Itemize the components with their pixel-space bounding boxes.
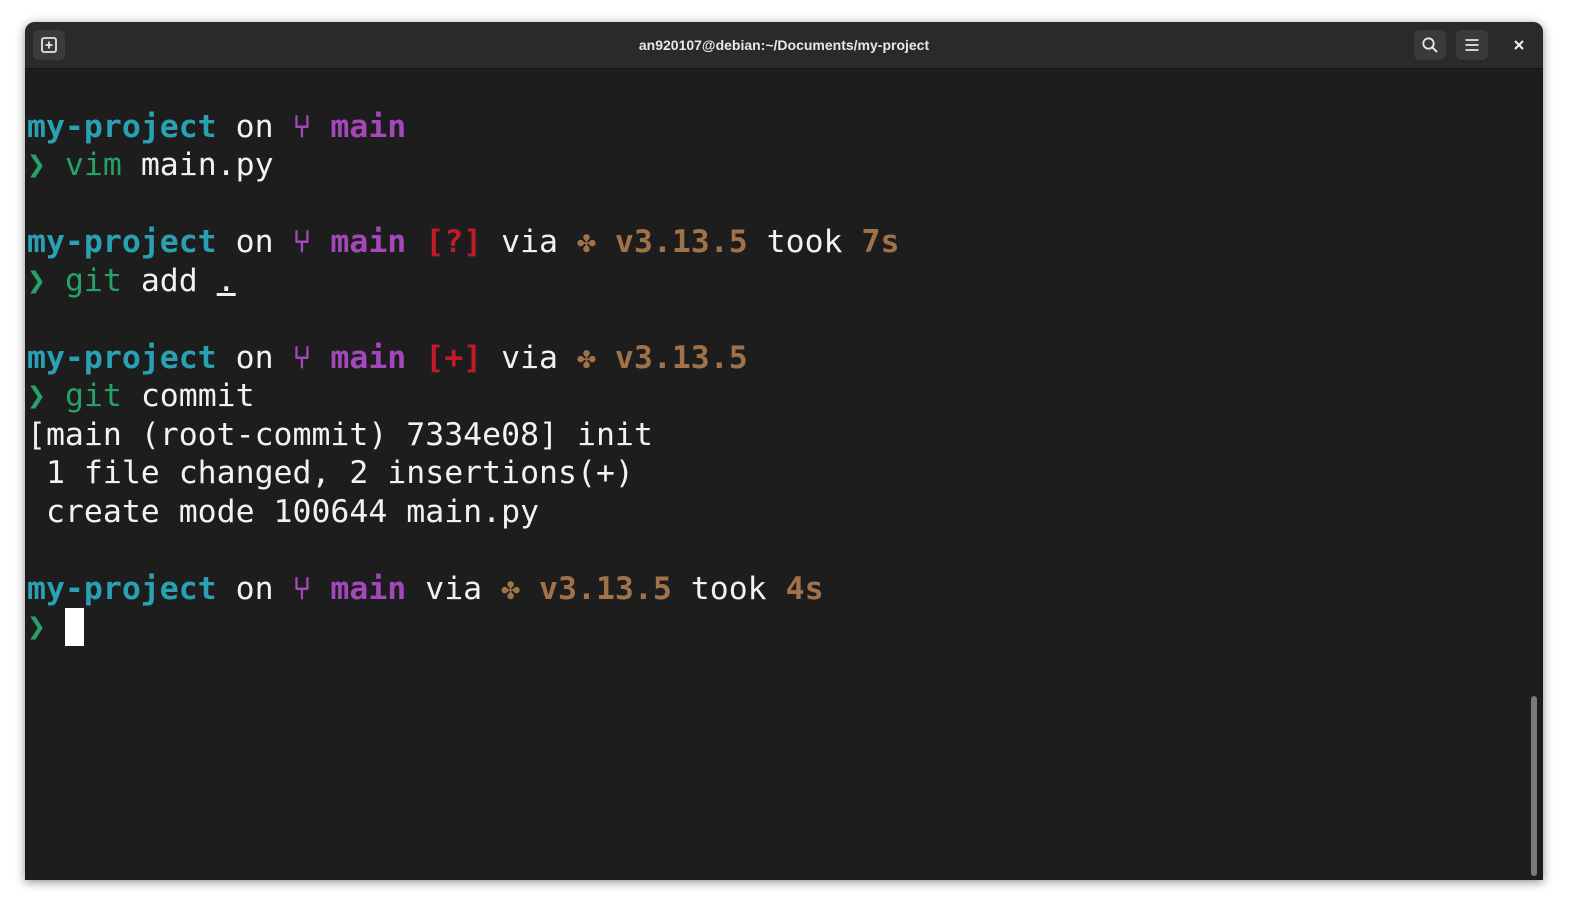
command-path-arg: . bbox=[216, 262, 236, 299]
command-line: ❯ git commit bbox=[27, 377, 1527, 416]
prompt-took: took bbox=[690, 570, 767, 607]
command-name: git bbox=[64, 262, 122, 299]
command-line: ❯ bbox=[27, 608, 1527, 647]
prompt-on: on bbox=[235, 339, 274, 376]
hamburger-menu-icon bbox=[1465, 39, 1479, 51]
command-name: vim bbox=[64, 147, 122, 183]
prompt-directory: my-project bbox=[27, 108, 217, 145]
prompt-branch: main bbox=[330, 570, 407, 607]
git-branch-icon: ⑂ bbox=[292, 570, 312, 607]
prompt-via: via bbox=[425, 570, 483, 607]
command-output-line: create mode 100644 main.py bbox=[27, 493, 540, 530]
git-branch-icon: ⑂ bbox=[292, 339, 312, 376]
close-icon bbox=[1514, 40, 1524, 50]
prompt-directory: my-project bbox=[27, 570, 217, 607]
python-icon: ✤ bbox=[501, 570, 521, 607]
menu-button[interactable] bbox=[1456, 30, 1488, 60]
search-icon bbox=[1422, 37, 1438, 53]
command-line: ❯ git add . bbox=[27, 262, 1527, 301]
command-output-line: 1 file changed, 2 insertions(+) bbox=[27, 455, 634, 491]
close-button[interactable] bbox=[1504, 30, 1534, 60]
prompt-arrow: ❯ bbox=[27, 609, 46, 645]
command-duration: 4s bbox=[785, 570, 824, 607]
prompt-arrow: ❯ bbox=[27, 147, 46, 183]
prompt-on: on bbox=[235, 108, 274, 145]
prompt-on: on bbox=[235, 224, 274, 260]
prompt-line: my-project on ⑂ main bbox=[27, 108, 1527, 147]
text-cursor bbox=[64, 608, 84, 646]
prompt-branch: main bbox=[330, 108, 407, 145]
python-version: v3.13.5 bbox=[539, 570, 672, 607]
command-line: ❯ vim main.py bbox=[27, 146, 1527, 185]
python-icon: ✤ bbox=[576, 224, 596, 260]
prompt-line: my-project on ⑂ main [+] via ✤ v3.13.5 bbox=[27, 339, 1527, 378]
command-args: commit bbox=[140, 378, 255, 414]
terminal-content[interactable]: my-project on ⑂ main ❯ vim main.py my-pr… bbox=[27, 69, 1527, 880]
prompt-via: via bbox=[501, 339, 559, 376]
python-version: v3.13.5 bbox=[614, 339, 748, 376]
prompt-directory: my-project bbox=[27, 339, 217, 376]
git-branch-icon: ⑂ bbox=[292, 224, 312, 260]
command-duration: 7s bbox=[861, 224, 900, 260]
prompt-branch: main bbox=[330, 339, 407, 376]
prompt-branch: main bbox=[330, 224, 407, 260]
python-icon: ✤ bbox=[576, 339, 596, 376]
git-branch-icon: ⑂ bbox=[292, 108, 312, 145]
title-bar: an920107@debian:~/Documents/my-project bbox=[25, 22, 1543, 69]
git-status: [+] bbox=[425, 339, 483, 376]
prompt-arrow: ❯ bbox=[27, 378, 46, 414]
prompt-took: took bbox=[766, 224, 843, 260]
window-title: an920107@debian:~/Documents/my-project bbox=[638, 37, 930, 53]
git-status: [?] bbox=[425, 224, 483, 260]
prompt-via: via bbox=[501, 224, 559, 260]
prompt-on: on bbox=[235, 570, 274, 607]
search-button[interactable] bbox=[1414, 30, 1446, 60]
command-output-line: [main (root-commit) 7334e08] init bbox=[27, 416, 653, 453]
command-name: git bbox=[64, 378, 122, 414]
scrollbar-thumb[interactable] bbox=[1531, 696, 1537, 876]
prompt-arrow: ❯ bbox=[27, 262, 46, 299]
prompt-line: my-project on ⑂ main [?] via ✤ v3.13.5 t… bbox=[27, 223, 1527, 262]
python-version: v3.13.5 bbox=[614, 224, 748, 260]
prompt-line: my-project on ⑂ main via ✤ v3.13.5 took … bbox=[27, 570, 1527, 609]
command-args: add bbox=[140, 262, 198, 299]
prompt-directory: my-project bbox=[27, 224, 217, 260]
command-args: main.py bbox=[140, 147, 274, 183]
terminal-window: an920107@debian:~/Documents/my-project m… bbox=[25, 22, 1543, 880]
